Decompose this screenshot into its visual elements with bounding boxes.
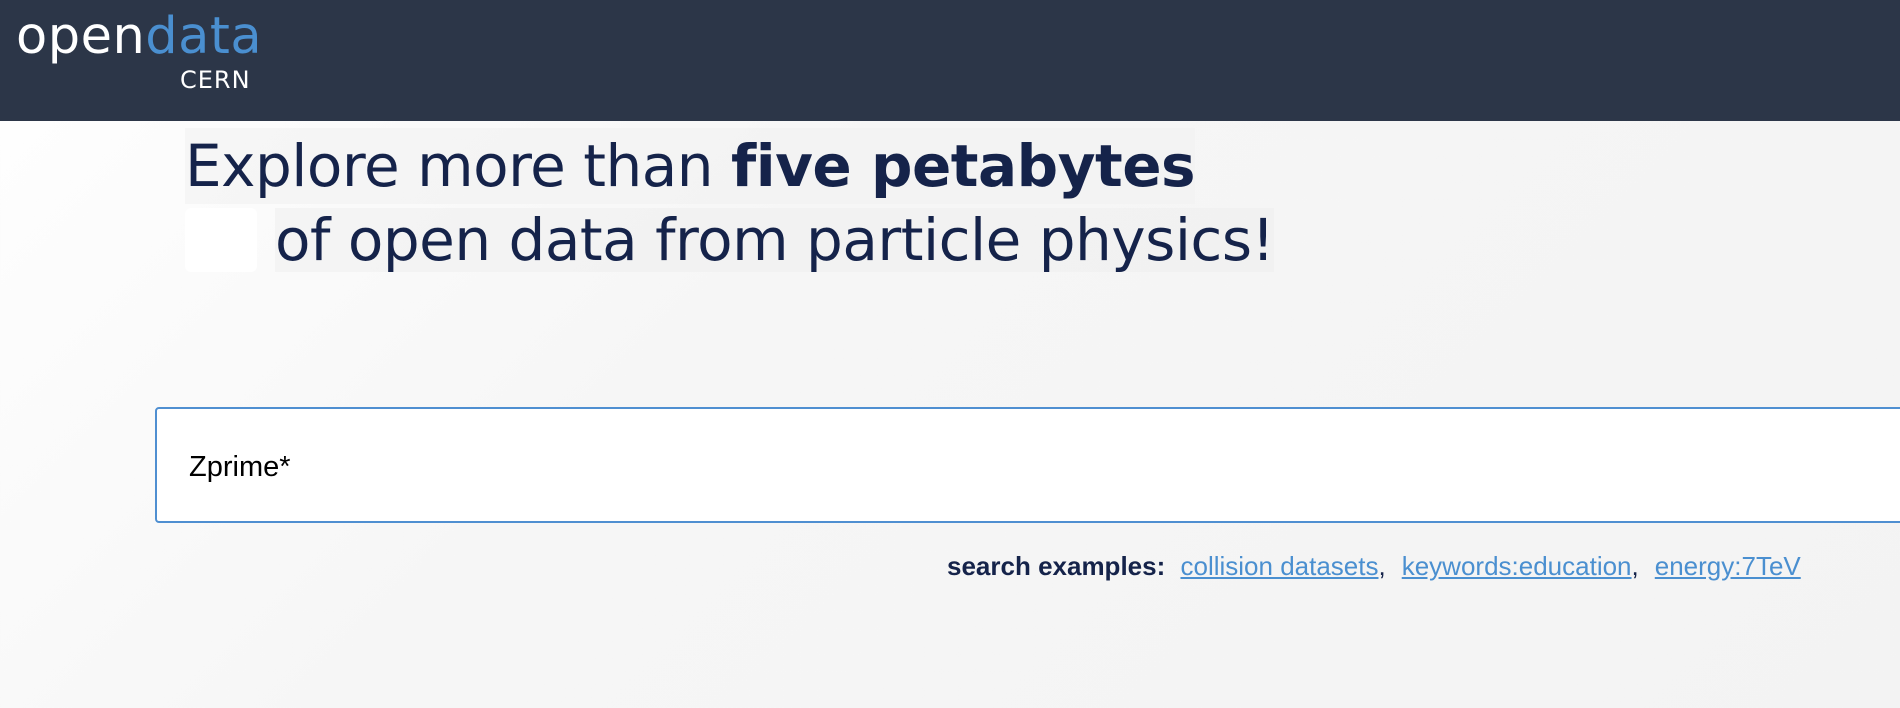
search-box[interactable] bbox=[155, 407, 1900, 523]
hero-line-1-prefix: Explore more than bbox=[185, 132, 731, 200]
hero-decoration-block bbox=[185, 208, 257, 272]
search-input[interactable] bbox=[189, 439, 1869, 495]
hero-line-2: of open data from particle physics! bbox=[185, 206, 1275, 274]
opendata-cern-logo[interactable]: opendata CERN bbox=[16, 6, 262, 96]
separator: , bbox=[1631, 551, 1639, 581]
hero-heading: Explore more than five petabytes of open… bbox=[185, 128, 1275, 274]
search-examples-label: search examples: bbox=[947, 551, 1166, 581]
search-examples: search examples: collision datasets, keyw… bbox=[947, 548, 1801, 584]
logo-open-text: open bbox=[16, 7, 146, 66]
example-link-energy-7tev[interactable]: energy:7TeV bbox=[1655, 551, 1801, 581]
separator: , bbox=[1378, 551, 1386, 581]
logo-cern-text: CERN bbox=[180, 66, 251, 94]
example-link-collision-datasets[interactable]: collision datasets bbox=[1180, 551, 1378, 581]
logo-wordmark: opendata bbox=[16, 6, 262, 68]
example-link-keywords-education[interactable]: keywords:education bbox=[1402, 551, 1632, 581]
top-navbar: opendata CERN bbox=[0, 0, 1900, 121]
logo-data-text: data bbox=[145, 7, 263, 66]
hero-line-2-text: of open data from particle physics! bbox=[275, 206, 1275, 274]
hero-line-1-strong: five petabytes bbox=[731, 132, 1196, 200]
hero-line-1: Explore more than five petabytes bbox=[185, 128, 1196, 204]
